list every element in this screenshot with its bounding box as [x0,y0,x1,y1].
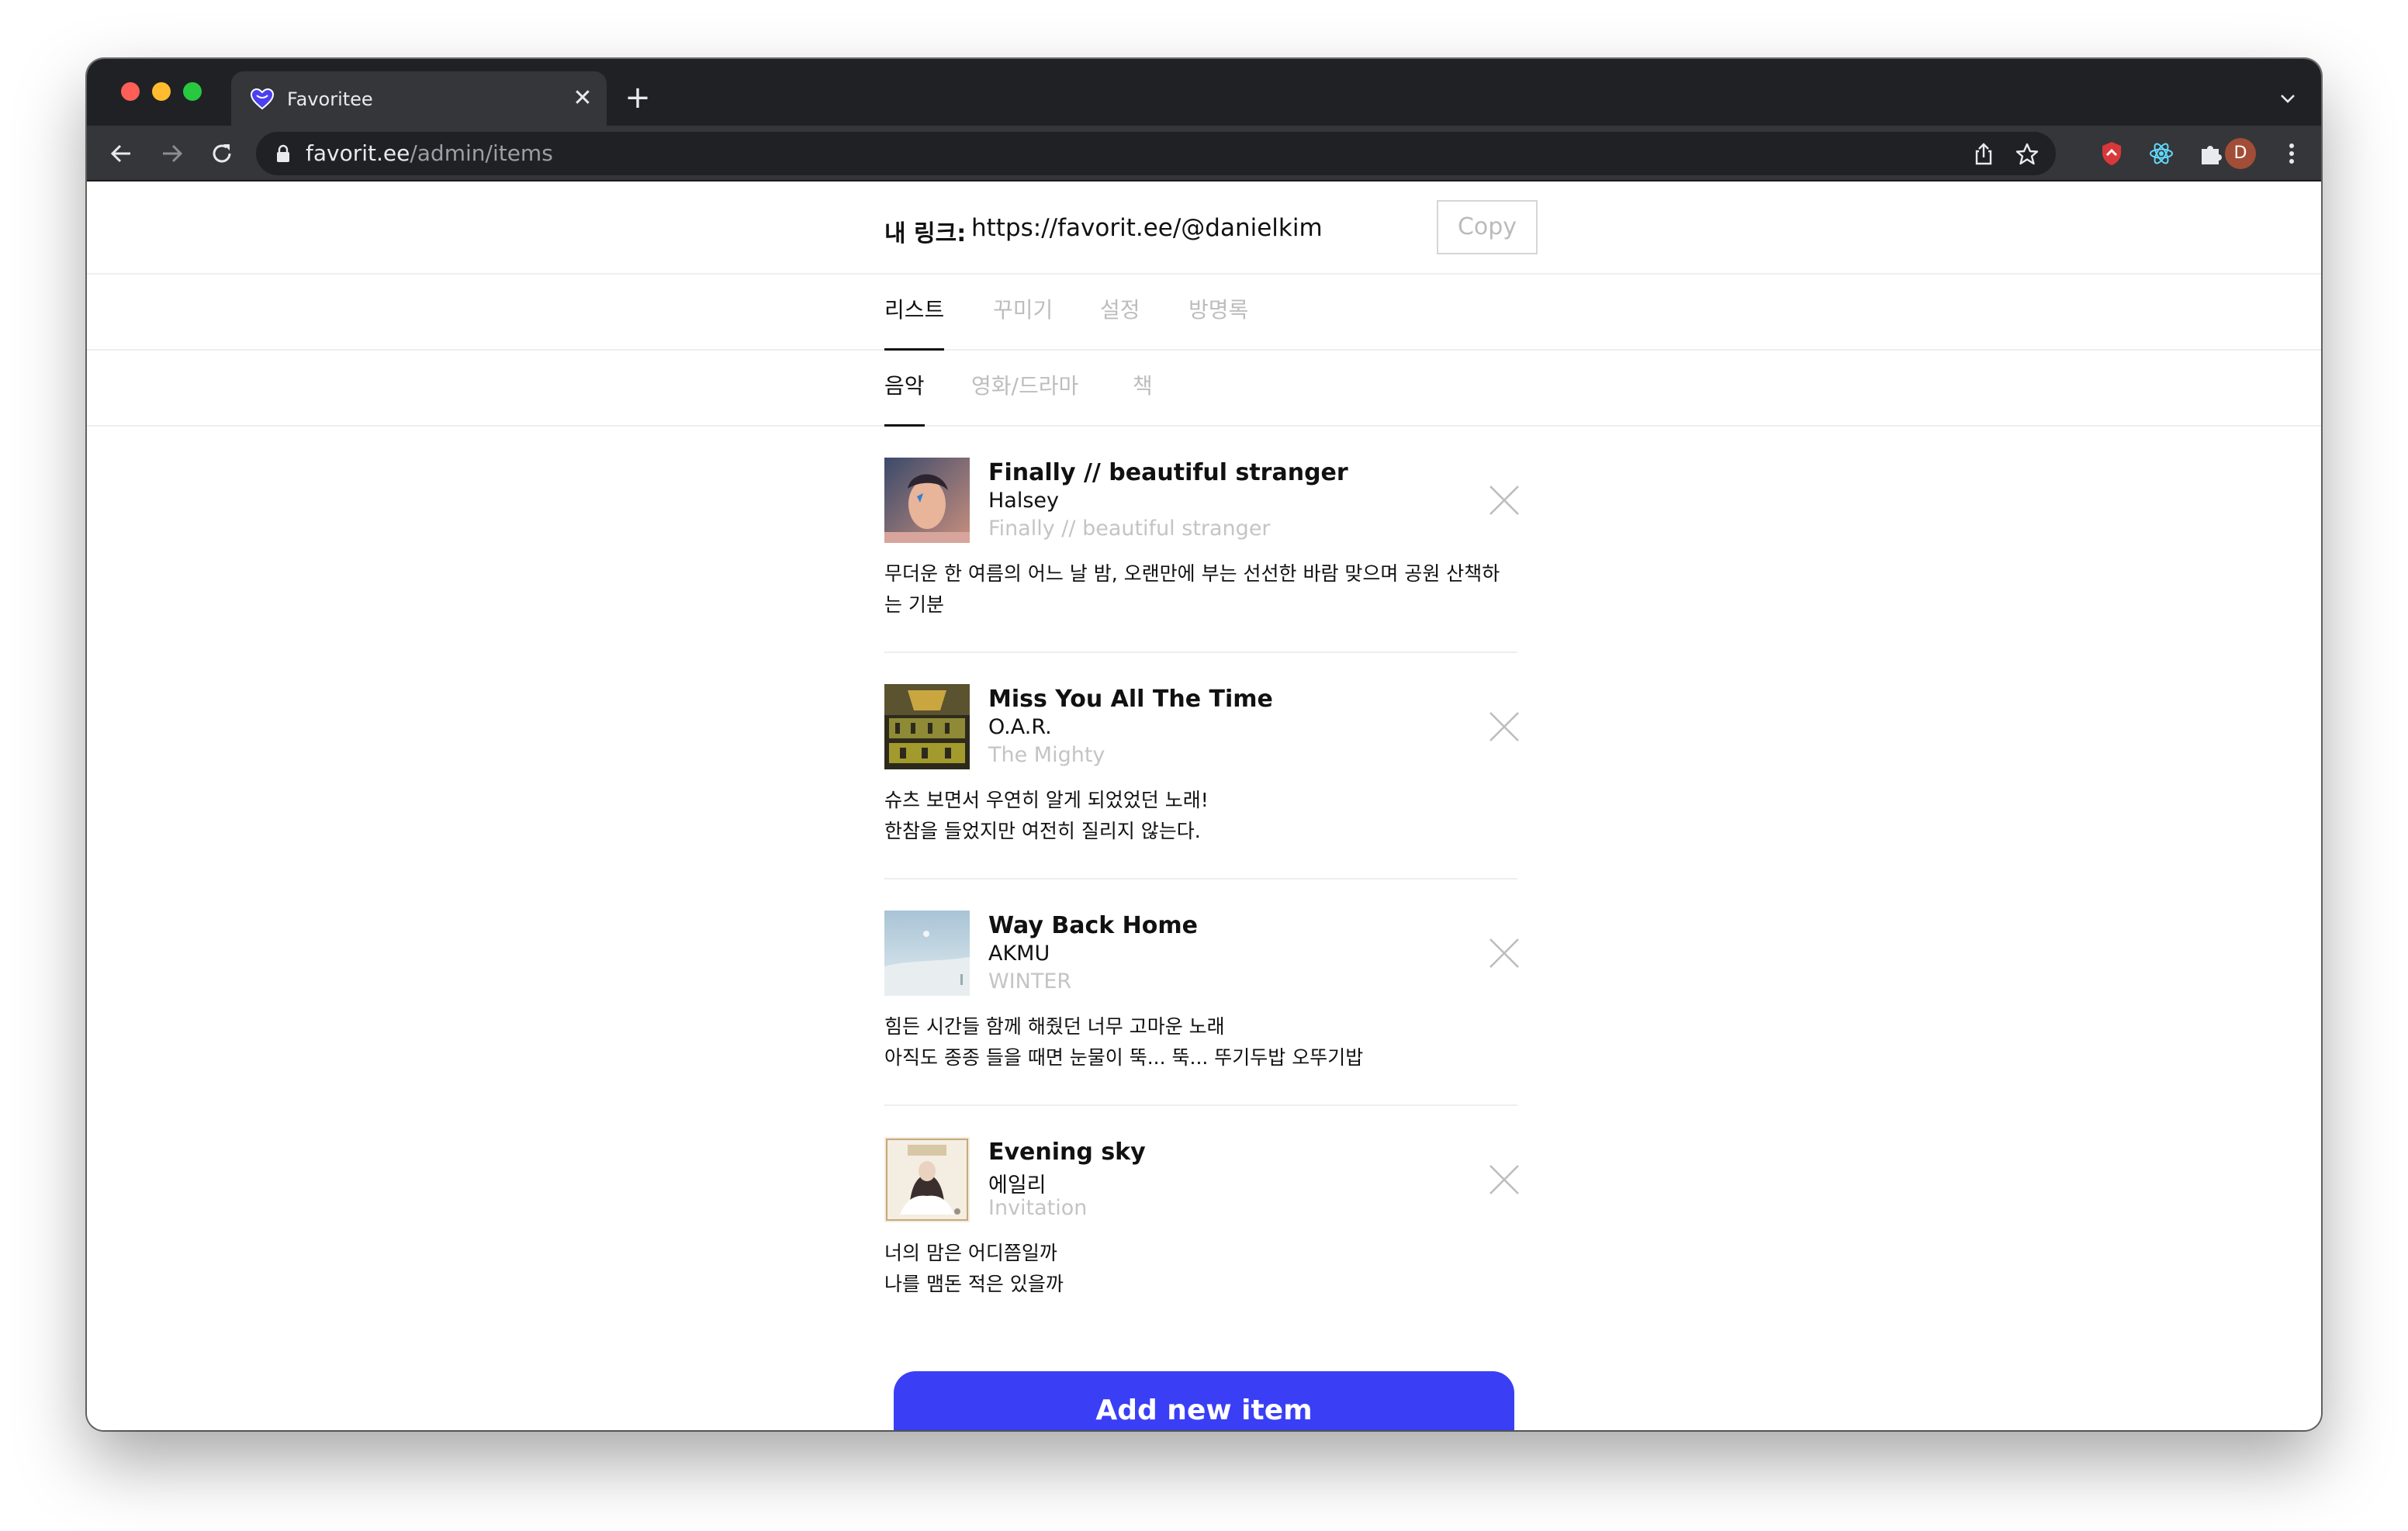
extension-shield-icon[interactable] [2098,140,2126,168]
browser-toolbar: favorit.ee/admin/items D [87,126,2321,181]
album-cover-image[interactable] [884,911,970,996]
url-text[interactable]: favorit.ee/admin/items [306,141,553,166]
item-title: Finally // beautiful stranger [988,459,1348,486]
heart-favicon-icon [250,88,275,110]
list-item: Evening sky 에일리 Invitation 너의 맘은 어디쯤일까 나… [884,1106,1519,1332]
category-tabs: 음악 영화/드라마 책 [87,351,2321,427]
react-devtools-icon[interactable] [2147,140,2175,168]
minimize-window-button[interactable] [152,82,171,101]
reload-icon[interactable] [208,140,236,168]
tab-music[interactable]: 음악 [884,371,925,427]
chevron-down-icon[interactable] [2276,87,2299,110]
item-title: Way Back Home [988,912,1198,939]
maximize-window-button[interactable] [183,82,202,101]
bookmark-star-icon[interactable] [2014,141,2040,168]
item-note: 무더운 한 여름의 어느 날 밤, 오랜만에 부는 선선한 바람 맞으며 공원 … [884,562,1500,616]
add-new-item-button[interactable]: Add new item [894,1371,1514,1430]
lock-icon[interactable] [275,144,292,163]
tab-guestbook[interactable]: 방명록 [1188,295,1248,351]
close-icon[interactable] [1488,710,1521,743]
album-cover-image[interactable] [884,458,970,543]
tab-title: Favoritee [287,88,373,110]
my-link-row: 내 링크: https://favorit.ee/@danielkim Copy [87,181,2321,275]
item-artist: Halsey [988,489,1060,513]
tab-decorate[interactable]: 꾸미기 [993,295,1053,351]
new-tab-button[interactable]: + [622,82,653,113]
item-note: 너의 맘은 어디쯤일까 나를 맴돈 적은 있을까 [884,1242,1064,1295]
tab-book[interactable]: 책 [1133,371,1153,427]
copy-link-button[interactable]: Copy [1437,200,1538,254]
item-title: Miss You All The Time [988,686,1273,713]
list-item: Way Back Home AKMU WINTER 힘든 시간들 함께 해줬던 … [884,880,1519,1106]
item-album: WINTER [988,969,1072,994]
extensions-puzzle-icon[interactable] [2197,140,2225,168]
item-list: Finally // beautiful stranger Halsey Fin… [884,427,1519,1332]
tab-list[interactable]: 리스트 [884,295,945,351]
item-album: Invitation [988,1196,1088,1220]
share-icon[interactable] [1970,141,1997,168]
back-arrow-icon[interactable] [107,140,135,168]
browser-tab-active[interactable]: Favoritee ✕ [231,71,607,126]
close-icon[interactable] [1488,937,1521,969]
list-item: Finally // beautiful stranger Halsey Fin… [884,427,1519,653]
item-title: Evening sky [988,1139,1146,1166]
item-artist: 에일리 [988,1173,1047,1197]
tab-movie-drama[interactable]: 영화/드라마 [971,371,1078,427]
forward-arrow-icon[interactable] [158,140,186,168]
list-item: Miss You All The Time O.A.R. The Mighty … [884,653,1519,880]
address-bar[interactable]: favorit.ee/admin/items [256,132,2056,175]
more-menu-icon[interactable] [2282,140,2301,168]
album-cover-image[interactable] [884,684,970,769]
browser-window: Favoritee ✕ + favorit.ee/admin/items D 내… [87,59,2321,1430]
tab-close-icon[interactable]: ✕ [569,85,596,112]
album-cover-image[interactable] [884,1137,970,1222]
item-note: 힘든 시간들 함께 해줬던 너무 고마운 노래 아직도 종종 들을 때면 눈물이… [884,1015,1364,1069]
main-tabs: 리스트 꾸미기 설정 방명록 [87,275,2321,351]
browser-tab-bar: Favoritee ✕ + [87,59,2321,126]
item-artist: O.A.R. [988,715,1052,739]
profile-avatar[interactable]: D [2225,138,2256,169]
page-content: 내 링크: https://favorit.ee/@danielkim Copy… [87,181,2321,1430]
item-album: Finally // beautiful stranger [988,517,1271,541]
item-artist: AKMU [988,942,1050,966]
close-window-button[interactable] [121,82,140,101]
close-icon[interactable] [1488,1163,1521,1196]
tab-settings[interactable]: 설정 [1100,295,1140,351]
my-link-label: 내 링크: [884,220,967,247]
item-album: The Mighty [988,743,1105,767]
item-note: 슈츠 보면서 우연히 알게 되었었던 노래! 한참을 들었지만 여전히 질리지 … [884,789,1209,842]
my-link-url[interactable]: https://favorit.ee/@danielkim [971,214,1323,242]
close-icon[interactable] [1488,484,1521,517]
